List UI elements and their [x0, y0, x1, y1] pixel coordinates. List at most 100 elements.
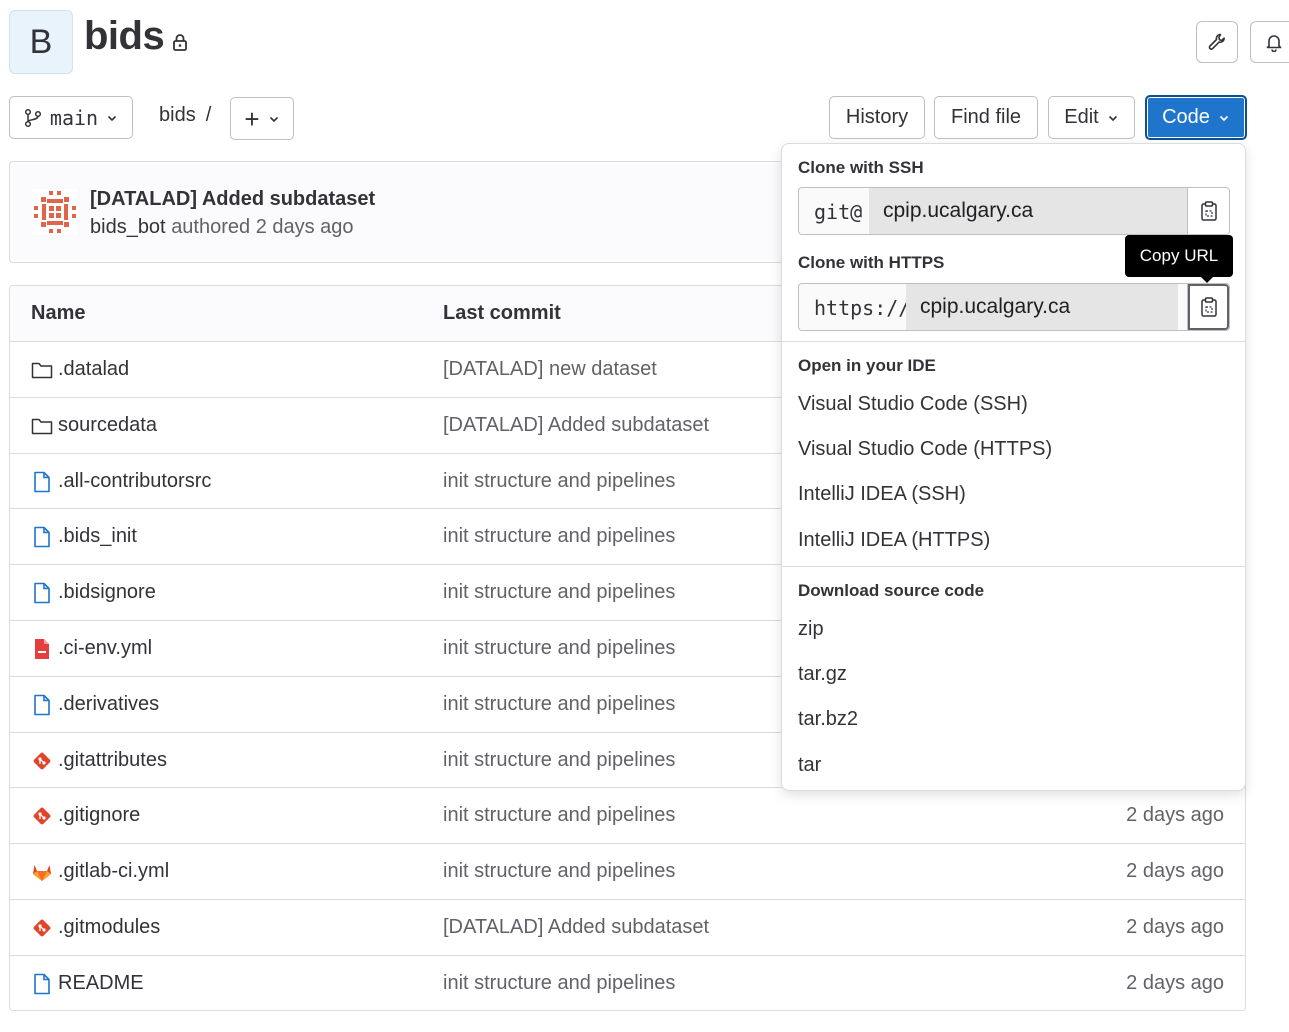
- project-avatar[interactable]: B: [9, 10, 73, 74]
- plus-icon: +: [244, 103, 260, 134]
- table-row[interactable]: .gitignore init structure and pipelines 2 …: [10, 788, 1245, 845]
- dropdown-divider: [782, 566, 1245, 567]
- ide-item-vscode-ssh[interactable]: Visual Studio Code (SSH): [798, 393, 1028, 416]
- commit-time: authored 2 days ago: [171, 216, 354, 238]
- last-commit-panel: [DATALAD] Added subdataset bids_bot auth…: [9, 161, 809, 263]
- commit-author[interactable]: bids_bot: [90, 216, 166, 238]
- add-to-tree-button[interactable]: +: [230, 97, 294, 140]
- file-icon: [31, 973, 53, 995]
- commit-title[interactable]: [DATALAD] Added subdataset: [90, 188, 375, 211]
- ssh-url-prefix: git@: [814, 200, 863, 224]
- git-icon: [31, 805, 53, 827]
- breadcrumb-root[interactable]: bids: [159, 104, 196, 126]
- find-file-button[interactable]: Find file: [934, 96, 1038, 139]
- file-name-link[interactable]: README: [58, 972, 144, 995]
- file-name-link[interactable]: .all-contributorsrc: [58, 470, 211, 493]
- file-last-update: 2 days ago: [1126, 860, 1224, 883]
- download-source-heading: Download source code: [798, 581, 985, 600]
- file-icon: [31, 526, 53, 548]
- settings-button[interactable]: [1196, 21, 1238, 63]
- table-row[interactable]: .gitmodules [DATALAD] Added subdataset 2 d…: [10, 900, 1245, 956]
- clone-ssh-heading: Clone with SSH: [798, 158, 924, 177]
- user-avatar[interactable]: [32, 189, 78, 235]
- breadcrumb: bids /: [159, 104, 211, 127]
- gitlab-icon: [31, 861, 53, 883]
- file-last-commit-link[interactable]: init structure and pipelines: [443, 860, 675, 883]
- table-row[interactable]: .gitlab-ci.yml init structure and pipelin…: [10, 844, 1245, 900]
- table-row[interactable]: README init structure and pipelines 2 days…: [10, 956, 1245, 1010]
- download-tar[interactable]: tar: [798, 754, 821, 777]
- file-last-commit-link[interactable]: init structure and pipelines: [443, 693, 675, 716]
- file-last-commit-link[interactable]: init structure and pipelines: [443, 470, 675, 493]
- chevron-down-icon: [108, 115, 117, 121]
- commit-meta: bids_bot authored 2 days ago: [90, 216, 354, 239]
- chevron-down-icon: [1219, 115, 1229, 121]
- project-title: bids: [84, 14, 165, 58]
- file-last-commit-link[interactable]: init structure and pipelines: [443, 972, 675, 995]
- open-in-ide-heading: Open in your IDE: [798, 356, 936, 375]
- chevron-down-icon: [269, 116, 278, 122]
- folder-icon: [31, 359, 53, 381]
- code-label: Code: [1162, 106, 1210, 128]
- file-last-update: 2 days ago: [1126, 804, 1224, 827]
- download-zip[interactable]: zip: [798, 618, 824, 641]
- git-icon: [31, 917, 53, 939]
- ide-item-vscode-https[interactable]: Visual Studio Code (HTTPS): [798, 438, 1052, 461]
- folder-icon: [31, 415, 53, 437]
- file-last-commit-link[interactable]: [DATALAD] Added subdataset: [443, 916, 709, 939]
- file-name-link[interactable]: sourcedata: [58, 414, 157, 437]
- lock-icon: [173, 34, 187, 51]
- copy-ssh-url-button[interactable]: [1187, 188, 1229, 234]
- file-last-commit-link[interactable]: init structure and pipelines: [443, 749, 675, 772]
- file-name-link[interactable]: .derivatives: [58, 693, 159, 716]
- column-header-last-commit: Last commit: [443, 302, 561, 324]
- file-icon: [31, 694, 53, 716]
- chevron-down-icon: [1108, 115, 1117, 121]
- file-name-link[interactable]: .datalad: [58, 358, 129, 381]
- clone-https-field[interactable]: https:// cpip.ucalgary.ca: [798, 283, 1230, 331]
- column-header-name: Name: [31, 302, 86, 324]
- file-name-link[interactable]: .bidsignore: [58, 581, 156, 604]
- clone-ssh-field[interactable]: git@ cpip.ucalgary.ca: [798, 187, 1230, 235]
- file-icon: [31, 582, 53, 604]
- clipboard-icon: [1200, 201, 1217, 221]
- yaml-file-icon: [31, 638, 53, 660]
- file-name-link[interactable]: .gitlab-ci.yml: [58, 860, 169, 883]
- edit-label: Edit: [1064, 106, 1099, 128]
- https-url-host: cpip.ucalgary.ca: [906, 284, 1178, 330]
- file-name-link[interactable]: .bids_init: [58, 525, 137, 548]
- file-name-link[interactable]: .gitmodules: [58, 916, 160, 939]
- https-url-prefix: https://: [814, 296, 911, 320]
- file-name-link[interactable]: .gitattributes: [58, 749, 167, 772]
- download-tar-gz[interactable]: tar.gz: [798, 663, 847, 686]
- file-last-commit-link[interactable]: init structure and pipelines: [443, 525, 675, 548]
- file-name-link[interactable]: .ci-env.yml: [58, 637, 152, 660]
- branch-name: main: [49, 105, 99, 130]
- git-icon: [31, 750, 53, 772]
- find-file-label: Find file: [950, 106, 1022, 128]
- edit-button[interactable]: Edit: [1048, 96, 1135, 139]
- copy-https-url-button[interactable]: [1187, 284, 1229, 330]
- bell-icon: [1266, 35, 1282, 52]
- breadcrumb-separator: /: [205, 104, 212, 126]
- file-last-commit-link[interactable]: init structure and pipelines: [443, 581, 675, 604]
- file-last-commit-link[interactable]: [DATALAD] Added subdataset: [443, 414, 709, 437]
- branch-selector[interactable]: main: [9, 96, 133, 139]
- file-last-commit-link[interactable]: init structure and pipelines: [443, 804, 675, 827]
- wrench-icon: [1208, 33, 1225, 50]
- code-button[interactable]: Code: [1145, 95, 1247, 140]
- file-name-link[interactable]: .gitignore: [58, 804, 140, 827]
- ssh-url-host: cpip.ucalgary.ca: [869, 188, 1189, 234]
- dropdown-divider: [782, 341, 1245, 342]
- ide-item-intellij-ssh[interactable]: IntelliJ IDEA (SSH): [798, 483, 966, 506]
- history-button[interactable]: History: [829, 96, 925, 139]
- ide-item-intellij-https[interactable]: IntelliJ IDEA (HTTPS): [798, 529, 990, 552]
- file-last-update: 2 days ago: [1126, 971, 1224, 994]
- file-last-commit-link[interactable]: init structure and pipelines: [443, 637, 675, 660]
- branch-icon: [24, 108, 41, 127]
- notifications-button[interactable]: [1250, 21, 1289, 63]
- history-label: History: [845, 106, 909, 128]
- file-last-commit-link[interactable]: [DATALAD] new dataset: [443, 358, 657, 381]
- download-tar-bz2[interactable]: tar.bz2: [798, 708, 858, 731]
- clone-https-heading: Clone with HTTPS: [798, 253, 945, 272]
